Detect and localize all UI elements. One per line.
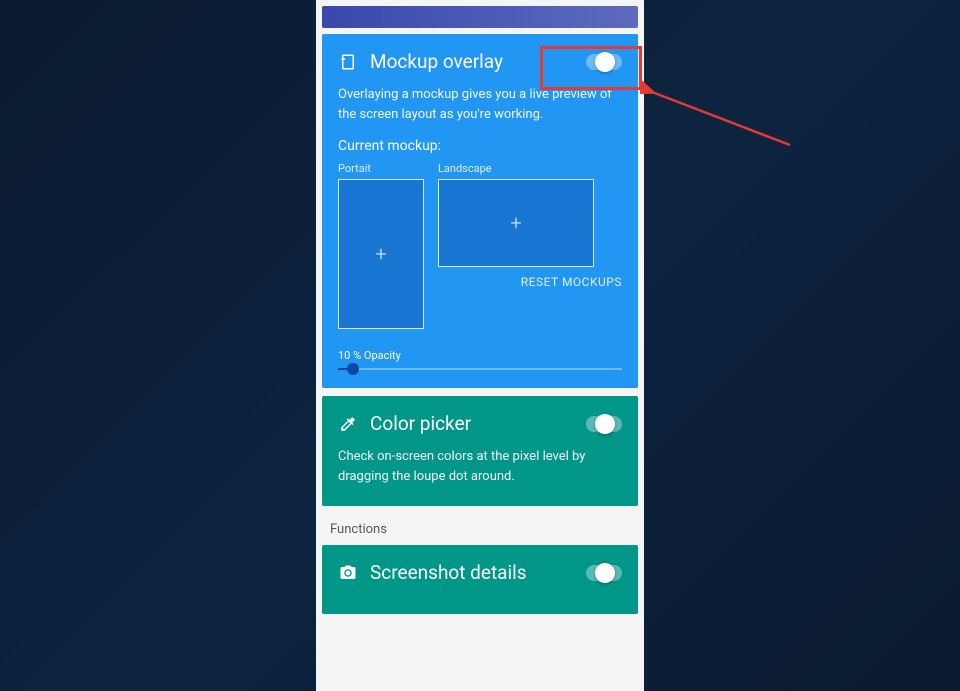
portrait-label: Portait	[338, 162, 424, 175]
color-picker-description: Check on-screen colors at the pixel leve…	[338, 447, 622, 486]
color-picker-toggle[interactable]	[586, 416, 622, 432]
slider-thumb[interactable]	[347, 363, 359, 375]
plus-icon: +	[510, 211, 521, 235]
reset-mockups-button[interactable]: RESET MOCKUPS	[521, 275, 622, 289]
portrait-column: Portait +	[338, 162, 424, 329]
functions-section-label: Functions	[316, 514, 644, 545]
toggle-knob	[595, 563, 615, 583]
landscape-column: Landscape + RESET MOCKUPS	[438, 162, 622, 290]
eyedropper-icon	[338, 414, 358, 434]
mockup-overlay-title: Mockup overlay	[370, 50, 503, 73]
plus-icon: +	[375, 242, 386, 266]
screenshot-details-title: Screenshot details	[370, 561, 527, 584]
card-header: Screenshot details	[338, 561, 622, 584]
mockup-icon	[338, 52, 358, 72]
screenshot-details-toggle[interactable]	[586, 565, 622, 581]
opacity-label: 10 % Opacity	[338, 349, 622, 362]
landscape-label: Landscape	[438, 162, 622, 175]
landscape-add-button[interactable]: +	[438, 179, 594, 267]
annotation-arrow	[640, 70, 810, 160]
card-header-left: Color picker	[338, 412, 471, 435]
camera-icon	[338, 563, 358, 583]
app-screen: Mockup overlay Overlaying a mockup gives…	[316, 0, 644, 691]
portrait-add-button[interactable]: +	[338, 179, 424, 329]
mockup-overlay-description: Overlaying a mockup gives you a live pre…	[338, 85, 622, 124]
screenshot-details-card: Screenshot details	[322, 545, 638, 614]
mockup-overlay-card: Mockup overlay Overlaying a mockup gives…	[322, 34, 638, 388]
card-header-left: Screenshot details	[338, 561, 527, 584]
current-mockup-label: Current mockup:	[338, 138, 622, 154]
top-banner-card	[322, 6, 638, 28]
color-picker-title: Color picker	[370, 412, 471, 435]
card-header-left: Mockup overlay	[338, 50, 503, 73]
color-picker-card: Color picker Check on-screen colors at t…	[322, 396, 638, 506]
card-header: Color picker	[338, 412, 622, 435]
mockup-overlay-toggle[interactable]	[586, 54, 622, 70]
toggle-knob	[595, 52, 615, 72]
mockup-row: Portait + Landscape + RESET MOCKUPS	[338, 162, 622, 329]
opacity-slider[interactable]	[338, 368, 622, 370]
card-header: Mockup overlay	[338, 50, 622, 73]
toggle-knob	[595, 414, 615, 434]
